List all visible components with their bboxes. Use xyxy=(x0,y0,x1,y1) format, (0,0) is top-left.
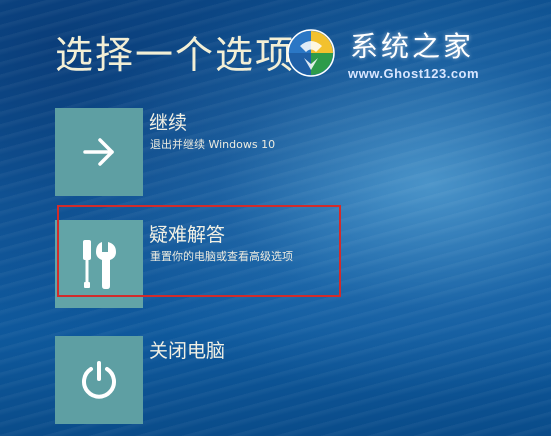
option-shutdown-title: 关闭电脑 xyxy=(149,340,226,362)
power-icon xyxy=(82,361,116,399)
highlight-box xyxy=(57,205,341,297)
watermark-logo-icon xyxy=(287,29,335,77)
option-continue-title: 继续 xyxy=(149,112,188,134)
page-title: 选择一个选项 xyxy=(55,33,296,77)
watermark-url: www.Ghost123.com xyxy=(348,66,480,81)
watermark-name: 系统之家 xyxy=(350,30,475,63)
arrow-right-icon xyxy=(83,138,114,166)
option-shutdown-tile[interactable] xyxy=(55,336,143,424)
option-continue-subtitle: 退出并继续 Windows 10 xyxy=(150,138,276,151)
option-continue-tile[interactable] xyxy=(55,108,143,196)
